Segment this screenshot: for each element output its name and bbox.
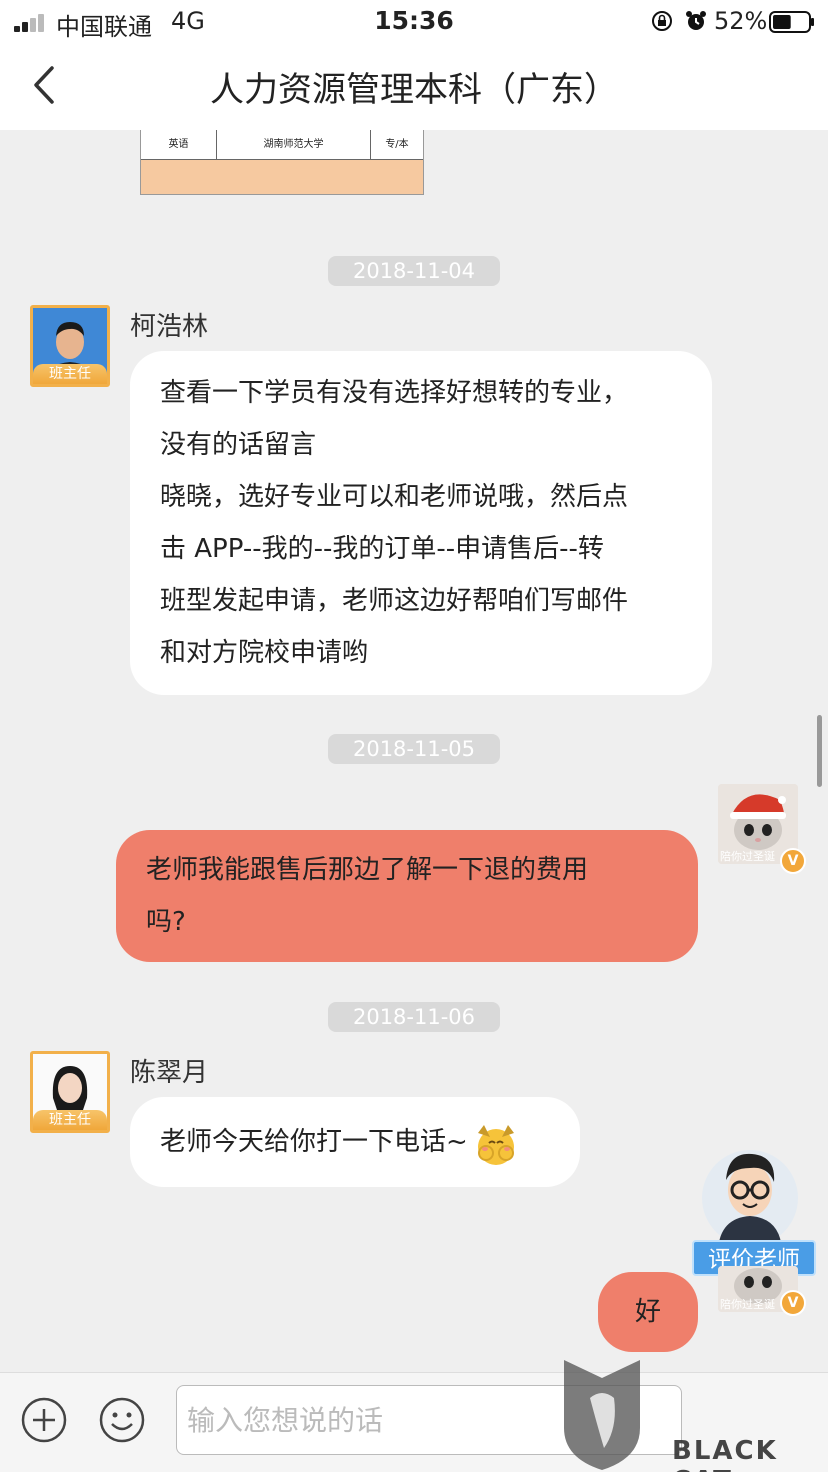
- chat-message-list[interactable]: 英语 湖南师范大学 专/本 2018-11-04 班主任 柯浩林 查看一下学员有…: [0, 130, 828, 1372]
- message-timestamp: 2018-11-06: [328, 1002, 500, 1032]
- message-line: 晓晓，选好专业可以和老师说哦，然后点: [160, 482, 629, 512]
- message-line: 查看一下学员有没有选择好想转的专业，: [160, 378, 629, 408]
- table-row: 英语 湖南师范大学 专/本: [141, 130, 423, 160]
- role-badge: 班主任: [33, 364, 107, 384]
- table-cell: 湖南师范大学: [217, 130, 371, 159]
- message-line: 好: [634, 1297, 661, 1327]
- teacher-cartoon-icon: [702, 1150, 798, 1250]
- teacher-avatar[interactable]: 班主任: [30, 1051, 110, 1133]
- avatar-caption: 陪你过圣诞: [720, 1298, 775, 1311]
- received-message-bubble[interactable]: 老师今天给你打一下电话~: [130, 1097, 580, 1187]
- shared-table-image[interactable]: 英语 湖南师范大学 专/本: [140, 130, 424, 195]
- shy-face-emoji-icon: [477, 1124, 514, 1165]
- alarm-icon: [686, 11, 706, 30]
- table-cell: 英语: [141, 130, 217, 159]
- message-line: 击 APP--我的--我的订单--申请售后--转: [160, 534, 604, 564]
- sender-name: 陈翠月: [130, 1058, 209, 1088]
- battery-percent: 52%: [714, 7, 768, 35]
- sent-message-bubble[interactable]: 老师我能跟售后那边了解一下退的费用 吗?: [116, 830, 698, 962]
- verified-badge: V: [780, 1290, 806, 1316]
- verified-badge: V: [780, 848, 806, 874]
- message-timestamp: 2018-11-05: [328, 734, 500, 764]
- avatar-caption: 陪你过圣诞: [720, 850, 775, 863]
- message-line: 和对方院校申请哟: [160, 638, 369, 668]
- scrollbar[interactable]: [817, 715, 822, 787]
- received-message-bubble[interactable]: 查看一下学员有没有选择好想转的专业， 没有的话留言 晓晓，选好专业可以和老师说哦…: [130, 351, 712, 695]
- rotation-lock-icon: [652, 11, 672, 31]
- message-line: 老师我能跟售后那边了解一下退的费用: [146, 855, 589, 885]
- message-line: 没有的话留言: [160, 430, 317, 460]
- sent-message-bubble[interactable]: 好: [598, 1272, 698, 1352]
- table-cell: 专/本: [385, 139, 409, 150]
- battery-icon: [769, 11, 814, 33]
- nav-bar: 人力资源管理本科（广东）: [0, 44, 828, 130]
- watermark-text: BLACK CAT: [672, 1436, 778, 1472]
- status-bar: 中国联通 4G 15:36 52%: [0, 0, 828, 44]
- message-line: 老师今天给你打一下电话~: [160, 1127, 468, 1157]
- message-line: 吗?: [146, 907, 186, 937]
- black-cat-watermark: BLACK CAT: [560, 1358, 828, 1472]
- emoji-picker-icon[interactable]: [98, 1396, 146, 1444]
- role-badge: 班主任: [33, 1110, 107, 1130]
- page-title: 人力资源管理本科（广东）: [210, 70, 618, 110]
- message-line: 班型发起申请，老师这边好帮咱们写邮件: [160, 586, 629, 616]
- add-icon[interactable]: [20, 1396, 68, 1444]
- message-timestamp: 2018-11-04: [328, 256, 500, 286]
- teacher-avatar[interactable]: 班主任: [30, 305, 110, 387]
- sender-name: 柯浩林: [130, 312, 209, 342]
